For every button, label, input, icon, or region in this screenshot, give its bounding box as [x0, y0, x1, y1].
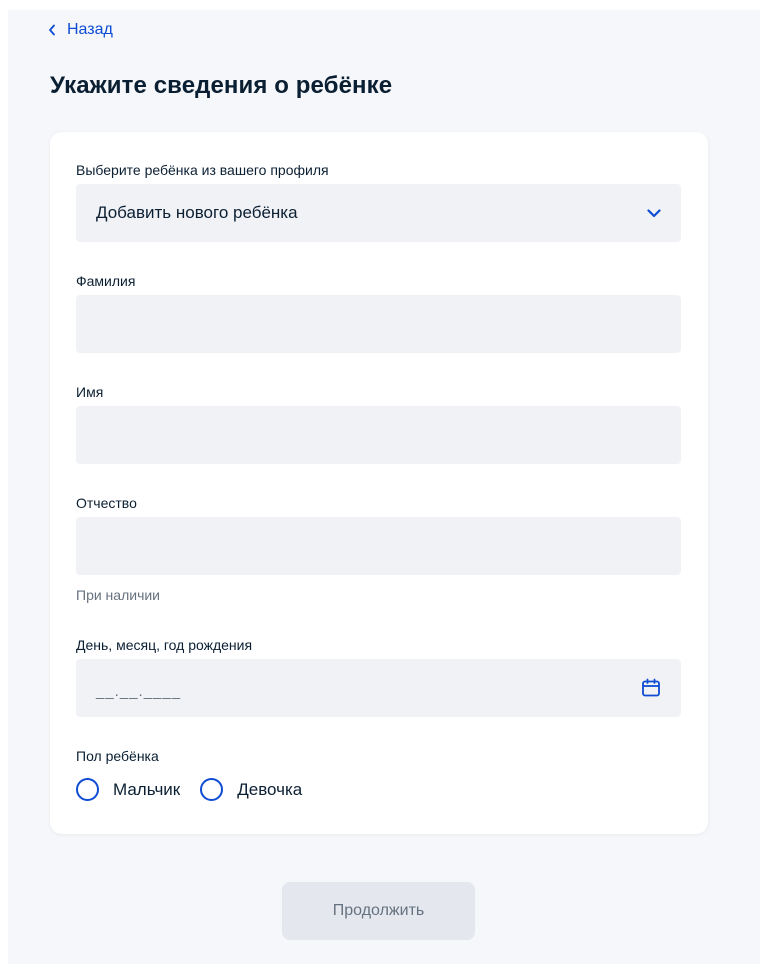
- patronymic-hint: При наличии: [76, 587, 160, 603]
- radio-circle[interactable]: [76, 778, 99, 801]
- child-info-form: Выберите ребёнка из вашего профиля Добав…: [50, 132, 708, 834]
- gender-option-girl-label: Девочка: [237, 779, 303, 799]
- patronymic-label: Отчество: [76, 495, 137, 511]
- page: Назад Укажите сведения о ребёнке Выберит…: [8, 10, 760, 964]
- patronymic-field-wrapper: [76, 517, 681, 575]
- continue-button[interactable]: Продолжить: [282, 882, 475, 940]
- birth-date-field[interactable]: __.__.____: [76, 659, 681, 717]
- name-label: Имя: [76, 384, 104, 400]
- name-field[interactable]: [76, 406, 681, 464]
- gender-option-girl[interactable]: Девочка: [200, 778, 302, 801]
- surname-field[interactable]: [76, 295, 681, 353]
- patronymic-field[interactable]: [76, 517, 681, 575]
- name-field-wrapper: [76, 406, 681, 464]
- child-select-value: Добавить нового ребёнка: [96, 203, 298, 222]
- gender-radio-group: Мальчик Девочка: [76, 778, 322, 801]
- radio-circle[interactable]: [200, 778, 224, 801]
- gender-option-boy-label: Мальчик: [113, 779, 181, 799]
- birth-date-mask: __.__.____: [96, 682, 182, 700]
- page-title: Укажите сведения о ребёнке: [50, 72, 393, 99]
- child-select-label: Выберите ребёнка из вашего профиля: [76, 162, 329, 178]
- child-select-dropdown[interactable]: Добавить нового ребёнка: [76, 184, 681, 242]
- gender-option-boy[interactable]: Мальчик: [76, 778, 180, 801]
- back-link[interactable]: Назад: [48, 20, 113, 40]
- birth-date-label: День, месяц, год рождения: [76, 637, 253, 653]
- calendar-icon[interactable]: [641, 678, 661, 698]
- surname-field-wrapper: [76, 295, 681, 353]
- surname-label: Фамилия: [76, 273, 136, 289]
- chevron-left-icon: [48, 20, 60, 40]
- gender-label: Пол ребёнка: [76, 748, 159, 764]
- back-label: Назад: [67, 21, 113, 38]
- chevron-down-icon: [647, 208, 661, 218]
